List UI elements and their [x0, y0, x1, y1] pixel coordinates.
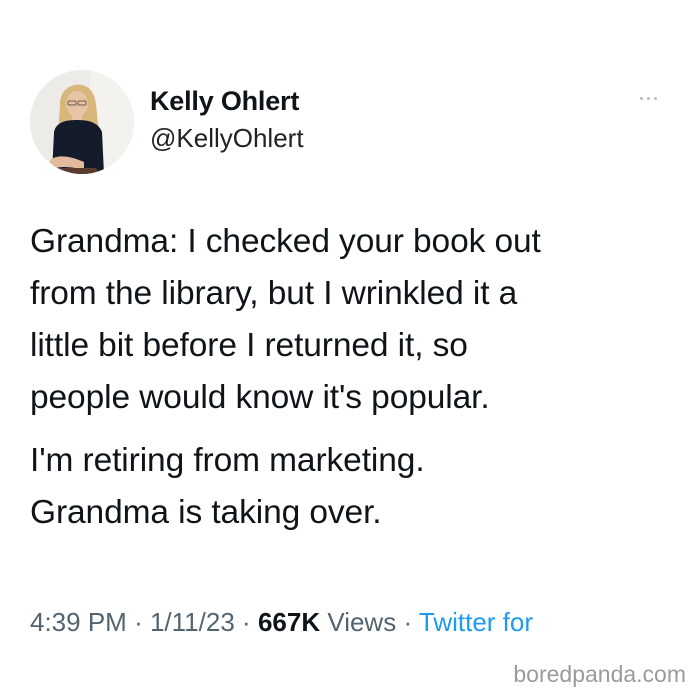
separator: · [403, 607, 413, 637]
dot [647, 96, 650, 100]
profile-photo-icon [30, 70, 134, 174]
views-label: Views [327, 607, 397, 637]
views-count: 667K [257, 607, 321, 637]
tweet-text: Grandma: I checked your book out from th… [30, 216, 690, 539]
user-handle[interactable]: @KellyOhlert [150, 123, 304, 154]
tweet-paragraph: I'm retiring from marketing. Grandma is … [30, 442, 425, 531]
tweet-date[interactable]: 1/11/23 [150, 607, 235, 637]
separator: · [134, 607, 143, 637]
more-options-icon[interactable] [640, 92, 664, 104]
dot [654, 96, 657, 100]
watermark: boredpanda.com [513, 661, 686, 687]
source-link[interactable]: Twitter for [419, 607, 533, 637]
tweet-time[interactable]: 4:39 PM [30, 607, 127, 637]
tweet-card: Kelly Ohlert @KellyOhlert Grandma: I che… [0, 0, 700, 700]
display-name[interactable]: Kelly Ohlert [150, 86, 299, 117]
dot [640, 96, 643, 100]
tweet-paragraph: Grandma: I checked your book out from th… [30, 223, 541, 416]
separator: · [242, 607, 251, 637]
tweet-metadata: 4:39 PM · 1/11/23 · 667K Views · Twitter… [30, 607, 533, 638]
avatar[interactable] [30, 70, 134, 174]
